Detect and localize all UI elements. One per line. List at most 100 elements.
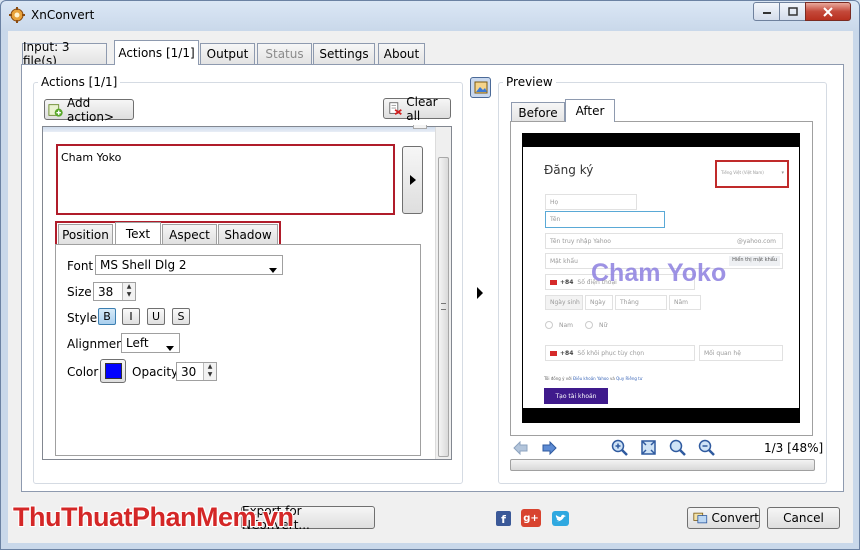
toggle-preview-button[interactable] <box>470 77 491 98</box>
action-header-strip <box>43 127 435 132</box>
year-select: Năm <box>669 295 701 310</box>
recovery-phone-placeholder: Số khôi phục tùy chọn <box>577 349 645 357</box>
month-select: Tháng <box>615 295 667 310</box>
style-label: Style <box>67 311 98 325</box>
male-radio-icon <box>545 321 553 329</box>
underline-button[interactable]: U <box>147 308 165 325</box>
twitter-icon[interactable] <box>552 511 569 526</box>
zoom-out-icon[interactable] <box>698 439 715 456</box>
facebook-icon[interactable]: f <box>496 511 511 526</box>
clear-all-label: Clear all <box>406 94 438 123</box>
convert-button[interactable]: Convert <box>687 507 760 529</box>
tab-input[interactable]: Input: 3 file(s) <box>22 40 107 68</box>
arrow-right-icon <box>477 287 483 299</box>
cancel-button[interactable]: Cancel <box>767 507 840 529</box>
close-button[interactable] <box>805 2 851 21</box>
tab-status[interactable]: Status <box>257 43 312 64</box>
preview-image-icon <box>474 81 487 94</box>
font-select-value: MS Shell Dlg 2 <box>100 258 187 272</box>
preview-group-label: Preview <box>503 75 556 89</box>
tab-output[interactable]: Output <box>200 43 255 64</box>
password-placeholder: Mật khẩu <box>550 257 578 265</box>
italic-button[interactable]: I <box>122 308 140 325</box>
bold-button[interactable]: B <box>98 308 116 325</box>
vn-flag-icon <box>550 350 557 356</box>
opacity-value: 30 <box>181 364 197 379</box>
app-window: XnConvert Input: 3 file(s) Actions [1/1]… <box>0 0 860 550</box>
google-plus-icon[interactable]: g+ <box>521 509 541 527</box>
show-password-toggle: Hiển thị mật khẩu <box>729 256 780 266</box>
clear-all-button[interactable]: Clear all <box>383 95 451 123</box>
preview-horizontal-scrollbar[interactable] <box>510 459 815 471</box>
tab-settings[interactable]: Settings <box>313 43 375 64</box>
convert-icon <box>693 512 708 524</box>
birthday-label: Ngày sinh <box>545 295 583 310</box>
cancel-label: Cancel <box>783 511 824 525</box>
convert-label: Convert <box>711 511 759 525</box>
size-spinner[interactable]: 38 ▲ ▼ <box>93 282 136 301</box>
spin-arrows-icon[interactable]: ▲ ▼ <box>203 363 216 380</box>
birthday-text: Ngày sinh <box>550 299 580 306</box>
last-name-placeholder: Tên <box>550 216 561 223</box>
zoom-in-icon[interactable] <box>611 439 628 456</box>
male-label: Nam <box>559 322 574 329</box>
last-name-field: Tên <box>545 211 665 228</box>
tab-about[interactable]: About <box>378 43 425 64</box>
subtab-text[interactable]: Text <box>115 222 161 244</box>
collapse-handle[interactable] <box>413 125 427 129</box>
year-text: Năm <box>674 299 689 306</box>
insert-variable-button[interactable] <box>402 146 423 214</box>
terms-text: Tôi đồng ý với Điều khoản Yahoo và Quy R… <box>544 376 642 381</box>
tab-actions[interactable]: Actions [1/1] <box>114 40 199 65</box>
size-value: 38 <box>98 284 114 299</box>
close-icon <box>823 6 833 17</box>
domain-select: @yahoo.com <box>737 238 776 245</box>
add-action-button[interactable]: Add action> <box>44 96 134 124</box>
text-input[interactable]: Cham Yoko <box>56 144 395 215</box>
color-picker-button[interactable] <box>100 359 126 383</box>
fit-to-window-icon[interactable] <box>640 439 657 456</box>
month-text: Tháng <box>620 299 639 306</box>
chevron-down-icon <box>269 262 277 276</box>
username-field: Tên truy nhập Yahoo @yahoo.com <box>545 233 783 249</box>
zoom-actual-icon[interactable] <box>669 439 686 456</box>
actions-scrollbar[interactable] <box>435 127 451 459</box>
text-input-value: Cham Yoko <box>61 151 122 164</box>
preview-signup-page: Đăng ký Tiếng Việt (Việt Nam) ▾ Họ Tên T… <box>523 147 799 408</box>
xnconvert-logo-icon <box>9 7 25 23</box>
play-right-icon <box>409 175 416 185</box>
day-select: Ngày <box>585 295 613 310</box>
tab-before[interactable]: Before <box>511 102 565 122</box>
relationship-field: Mối quan hệ <box>699 345 783 361</box>
spin-arrows-icon[interactable]: ▲ ▼ <box>122 283 135 300</box>
language-select: Tiếng Việt (Việt Nam) <box>721 170 764 175</box>
chevron-down-icon <box>166 340 174 354</box>
subtab-shadow[interactable]: Shadow <box>218 224 278 244</box>
grip-icon <box>441 303 446 310</box>
subtab-aspect[interactable]: Aspect <box>162 224 217 244</box>
font-select[interactable]: MS Shell Dlg 2 <box>95 255 283 275</box>
tab-after[interactable]: After <box>565 99 615 122</box>
subtab-position[interactable]: Position <box>58 224 113 244</box>
actions-group-label: Actions [1/1] <box>38 75 121 89</box>
privacy-link: Quy Riêng tư <box>616 376 643 381</box>
title-bar[interactable]: XnConvert <box>1 1 859 31</box>
color-swatch <box>104 363 122 379</box>
add-action-icon <box>48 103 63 117</box>
first-name-field: Họ <box>545 194 637 210</box>
strikeout-button[interactable]: S <box>172 308 190 325</box>
minimize-button[interactable] <box>753 2 780 21</box>
site-watermark-logo: ThuThuatPhanMem.vn <box>13 499 294 535</box>
size-label: Size <box>67 285 92 299</box>
day-text: Ngày <box>590 299 606 306</box>
next-arrow-icon[interactable] <box>542 441 557 455</box>
recovery-phone-field: +84 Số khôi phục tùy chọn <box>545 345 695 361</box>
scrollbar-thumb[interactable] <box>438 157 449 457</box>
opacity-spinner[interactable]: 30 ▲ ▼ <box>176 362 217 381</box>
alignment-select[interactable]: Left <box>121 333 180 353</box>
previous-arrow-icon[interactable] <box>513 441 528 455</box>
maximize-icon <box>787 7 798 16</box>
maximize-button[interactable] <box>779 2 806 21</box>
watermark-text: Cham Yoko <box>591 259 727 287</box>
terms-link: Điều khoản Yahoo <box>572 376 609 381</box>
